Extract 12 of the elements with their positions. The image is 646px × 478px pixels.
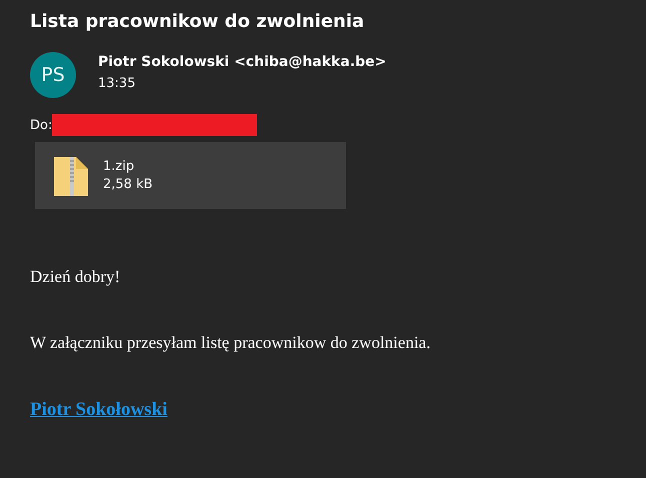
email-subject: Lista pracownikow do zwolnienia <box>30 10 366 34</box>
attachment-size: 2,58 kB <box>103 177 153 192</box>
body-paragraph: W załączniku przesyłam listę pracownikow do zwolnienia. <box>30 333 432 353</box>
signature-link[interactable]: Piotr Sokołowski <box>30 399 168 420</box>
attachment-card[interactable]: 1.zip 2,58 kB <box>35 142 346 209</box>
sender-avatar: PS <box>30 52 76 98</box>
zip-folder-icon <box>53 154 89 196</box>
sent-time: 13:35 <box>98 76 136 91</box>
attachment-name: 1.zip <box>103 159 136 174</box>
body-paragraph: Dzień dobry! <box>30 267 122 287</box>
to-label: Do: <box>30 118 52 132</box>
sender-name: Piotr Sokolowski <chiba@hakka.be> <box>98 54 386 70</box>
